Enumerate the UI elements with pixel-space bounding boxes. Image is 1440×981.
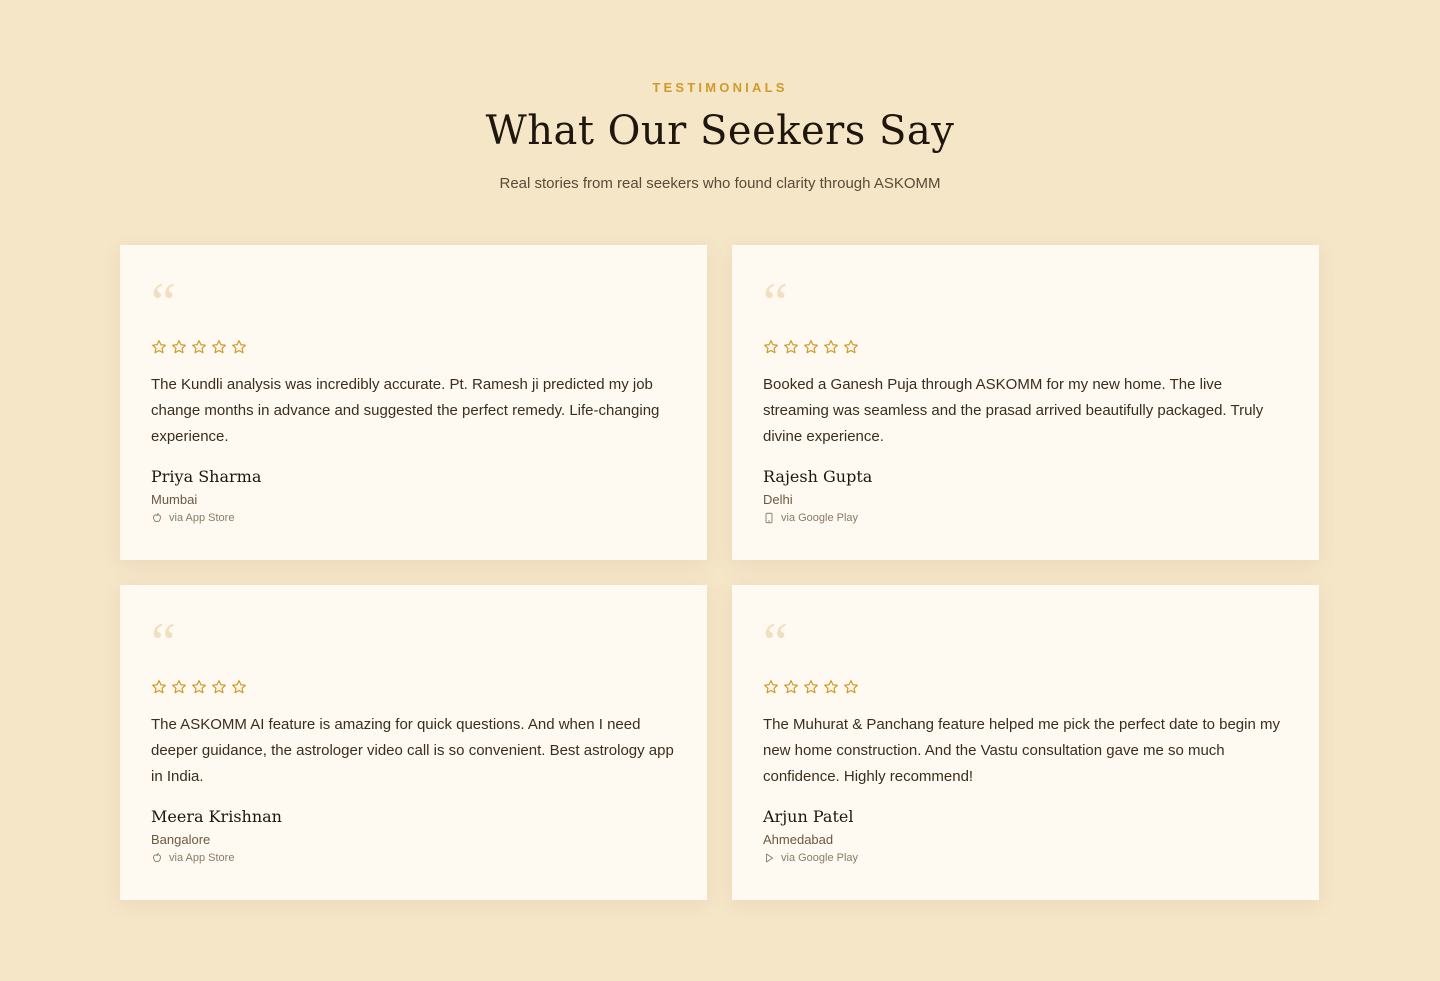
star-icon <box>212 340 226 354</box>
star-icon <box>232 680 246 694</box>
testimonial-card: “ The Muhurat & Panchang feature helped … <box>732 585 1319 900</box>
reviewer-city: Bangalore <box>151 832 211 847</box>
reviewer-name: Meera Krishnan <box>151 807 282 826</box>
star-icon <box>804 680 818 694</box>
star-rating <box>151 339 247 355</box>
section-eyebrow: TESTIMONIALS <box>652 80 788 95</box>
reviewer-city: Ahmedabad <box>763 832 834 847</box>
quote-mark-icon: “ <box>151 612 176 674</box>
source-label: via Google Play <box>781 512 859 524</box>
star-icon <box>172 680 186 694</box>
source-label: via App Store <box>169 512 235 524</box>
review-source: via App Store <box>151 512 234 524</box>
star-icon <box>824 680 838 694</box>
testimonial-card: “ Booked a Ganesh Puja through ASKOMM fo… <box>732 245 1319 560</box>
testimonial-card: “ The Kundli analysis was incredibly acc… <box>120 245 707 560</box>
source-label: via App Store <box>169 852 235 864</box>
play-icon <box>766 853 773 863</box>
reviewer-name: Priya Sharma <box>151 467 262 486</box>
star-icon <box>784 680 798 694</box>
testimonials-section: TESTIMONIALS What Our Seekers Say Real s… <box>0 0 1440 981</box>
review-source: via Google Play <box>763 852 858 864</box>
review-text: The Kundli analysis was incredibly accur… <box>151 376 660 445</box>
star-rating <box>151 679 247 695</box>
star-icon <box>844 680 858 694</box>
reviewer-name: Rajesh Gupta <box>763 467 873 486</box>
quote-mark-icon: “ <box>763 612 788 674</box>
review-text: The ASKOMM AI feature is amazing for qui… <box>151 716 674 785</box>
star-icon <box>172 340 186 354</box>
star-icon <box>804 340 818 354</box>
star-icon <box>212 680 226 694</box>
testimonial-card: “ The ASKOMM AI feature is amazing for q… <box>120 585 707 900</box>
quote-mark-icon: “ <box>763 272 788 334</box>
star-icon <box>784 340 798 354</box>
reviewer-city: Mumbai <box>151 492 198 507</box>
star-icon <box>192 340 206 354</box>
review-text: The Muhurat & Panchang feature helped me… <box>763 716 1280 785</box>
review-source: via Google Play <box>763 512 858 524</box>
star-icon <box>152 340 166 354</box>
apple-icon <box>153 513 161 522</box>
quote-mark-icon: “ <box>151 272 176 334</box>
star-icon <box>764 680 778 694</box>
star-icon <box>192 680 206 694</box>
phone-icon <box>765 512 773 524</box>
section-subtitle: Real stories from real seekers who found… <box>499 175 941 192</box>
star-rating <box>763 339 859 355</box>
review-text: Booked a Ganesh Puja through ASKOMM for … <box>763 376 1264 445</box>
apple-icon <box>153 853 161 862</box>
review-source: via App Store <box>151 852 234 864</box>
reviewer-city: Delhi <box>763 492 793 507</box>
star-rating <box>763 679 859 695</box>
reviewer-name: Arjun Patel <box>763 807 854 826</box>
section-title: What Our Seekers Say <box>485 108 955 154</box>
star-icon <box>232 340 246 354</box>
star-icon <box>824 340 838 354</box>
source-label: via Google Play <box>781 852 859 864</box>
star-icon <box>152 680 166 694</box>
star-icon <box>844 340 858 354</box>
star-icon <box>764 340 778 354</box>
